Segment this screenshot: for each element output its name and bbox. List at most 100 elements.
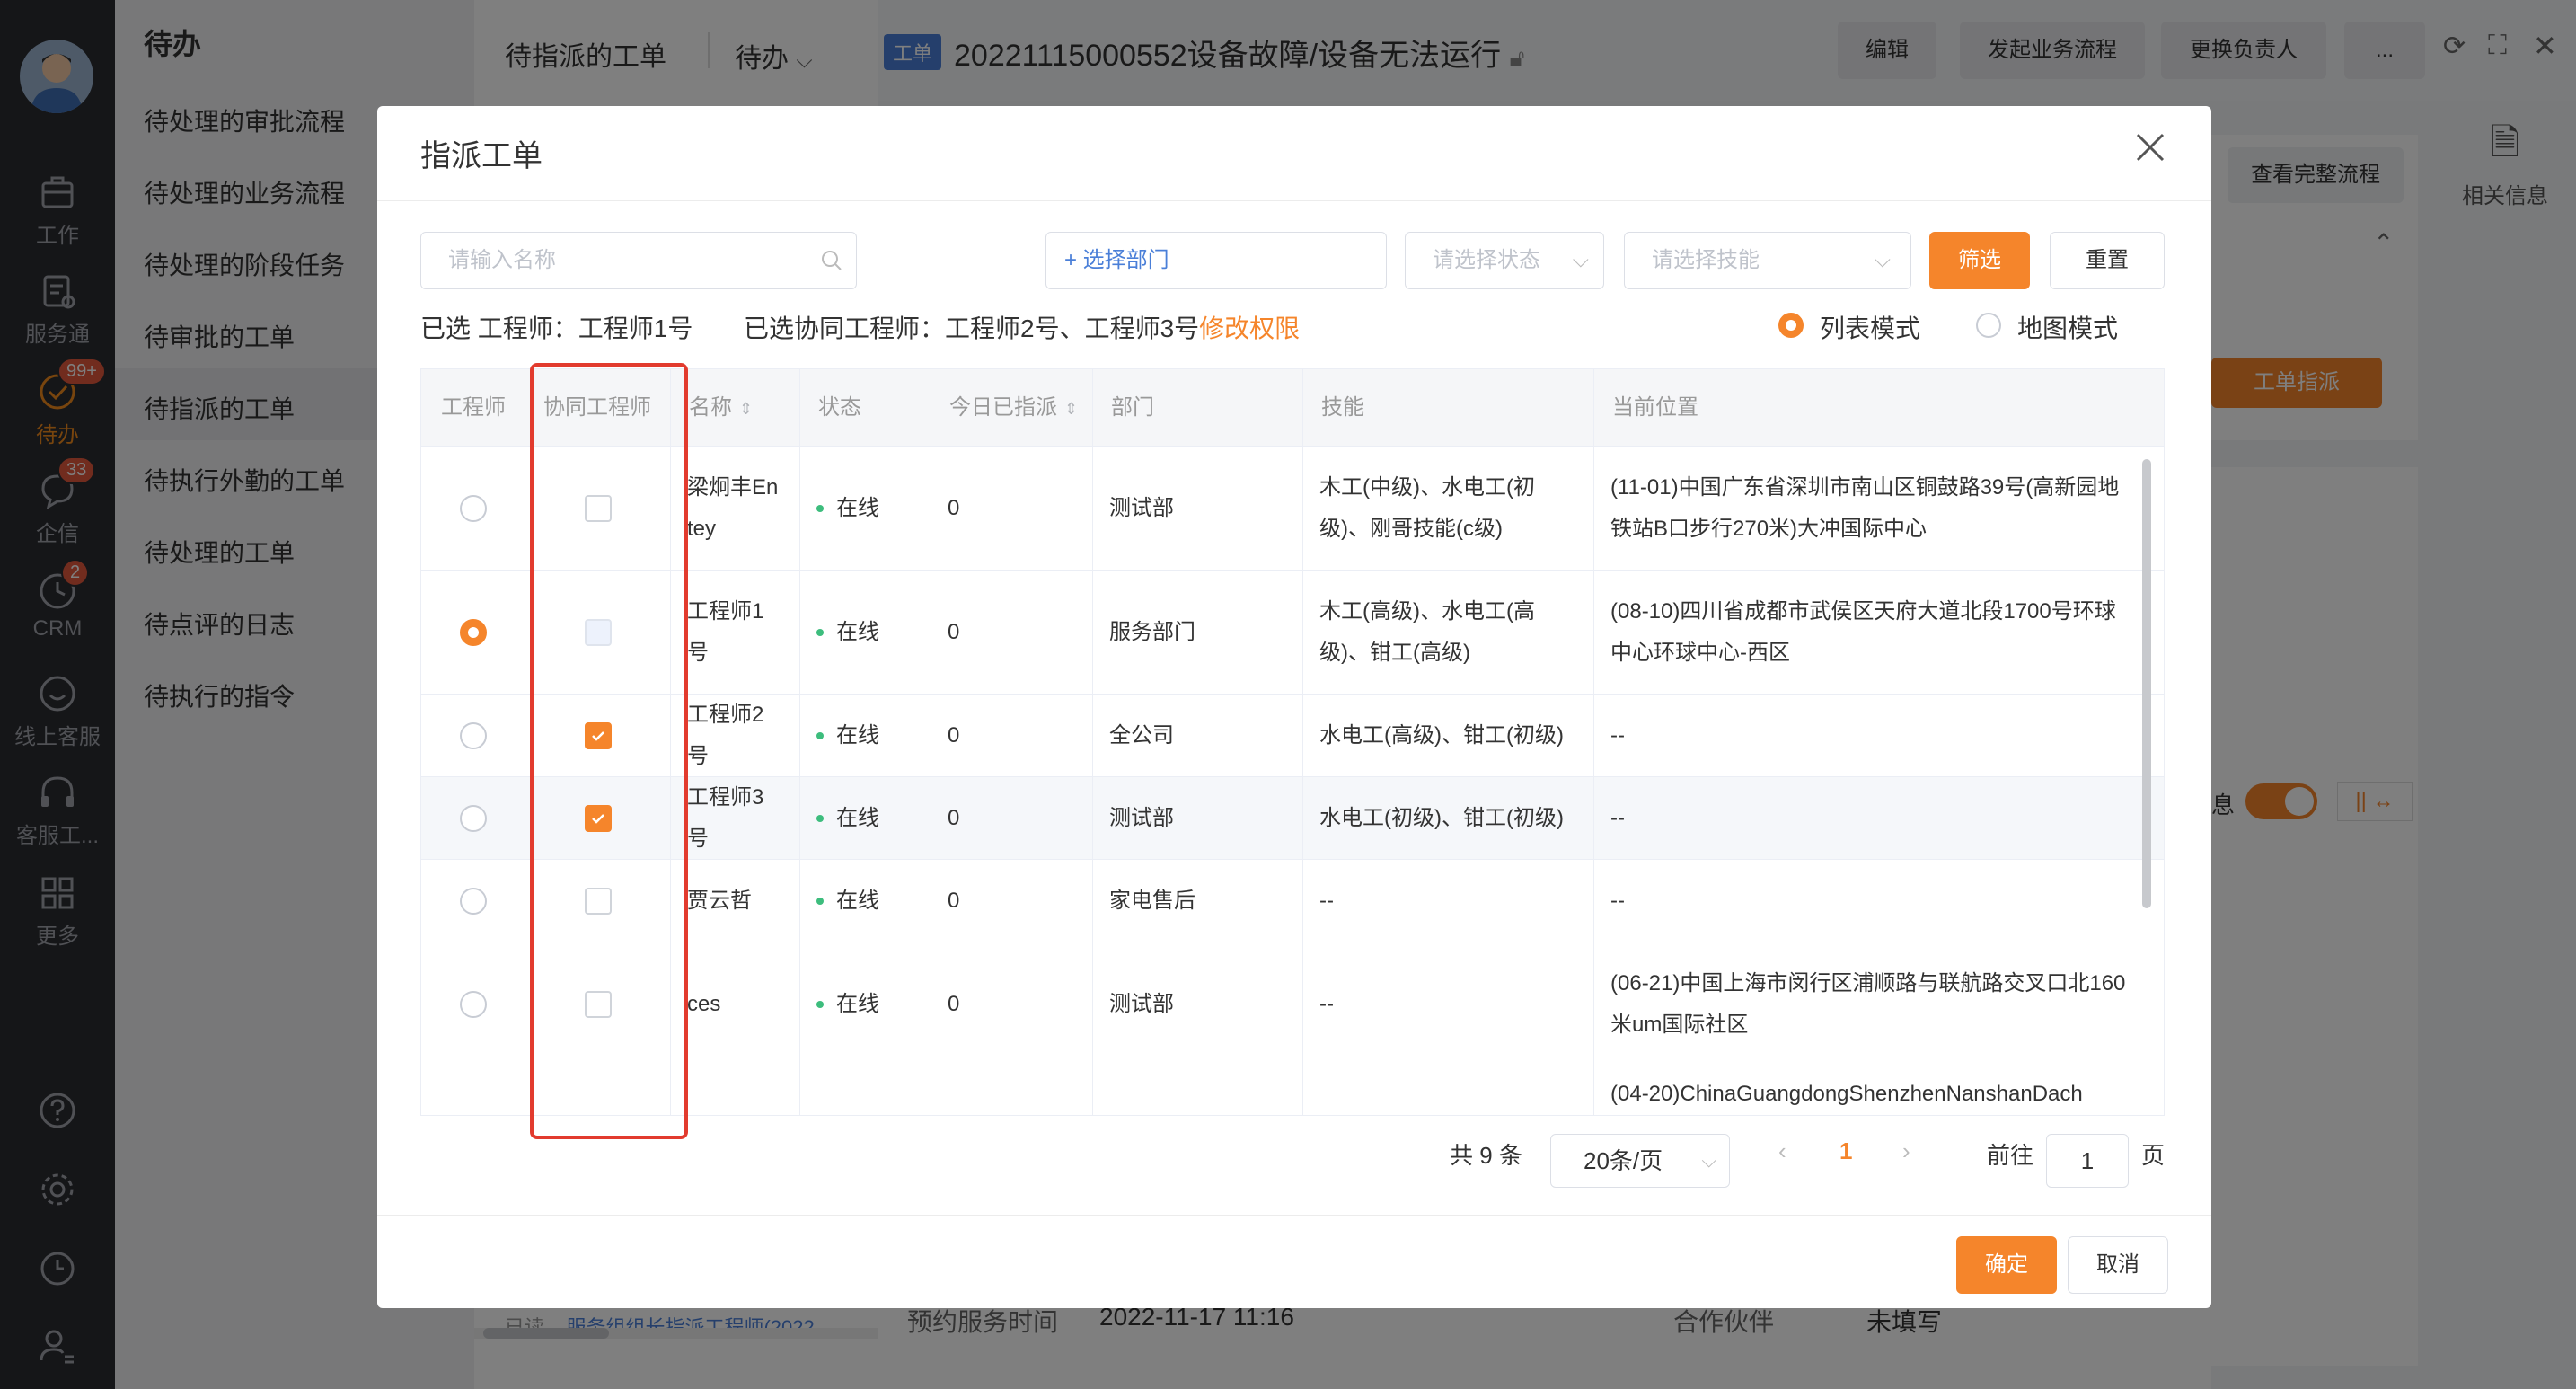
- col-name[interactable]: 名称 ⇕: [671, 369, 800, 447]
- total-count: 共 9 条: [1450, 1142, 1522, 1169]
- co-engineer-checkbox-cell: [525, 860, 671, 942]
- department-cell: 全公司: [1093, 694, 1303, 776]
- confirm-button[interactable]: 确定: [1956, 1236, 2057, 1294]
- engineer-name: 贾云哲: [671, 860, 800, 942]
- table-row[interactable]: ces 在线 0 测试部 -- (06-21)中国上海市闵行区浦顺路与联航路交叉口北160…: [421, 942, 2164, 1066]
- engineer-radio-cell: [421, 694, 525, 776]
- skill-cell: --: [1303, 860, 1594, 942]
- skill-cell: --: [1303, 942, 1594, 1066]
- today-assigned-count: 0: [931, 447, 1093, 570]
- status-cell: 在线: [800, 694, 931, 776]
- filter-button[interactable]: 筛选: [1929, 232, 2030, 289]
- co-engineer-checkbox[interactable]: [584, 887, 612, 915]
- engineer-name-text: 梁炯丰Entey: [687, 474, 779, 541]
- online-dot-icon: [816, 897, 824, 905]
- list-mode-radio[interactable]: [1778, 313, 1804, 338]
- table-row[interactable]: 工程师3号 在线 0 测试部 水电工(初级)、钳工(初级) --: [421, 777, 2164, 860]
- footer-divider: [377, 1215, 2211, 1216]
- department-cell: 测试部: [1093, 942, 1303, 1066]
- engineer-radio[interactable]: [459, 721, 487, 749]
- cancel-button[interactable]: 取消: [2068, 1236, 2168, 1294]
- col-status: 状态: [800, 369, 931, 447]
- engineer-table: 工程师 协同工程师 名称 ⇕ 状态 今日已指派 ⇕ 部门 技能 当前位置 梁炯丰En…: [420, 368, 2165, 1116]
- status-select[interactable]: 请选择状态 ⌵: [1405, 232, 1604, 289]
- engineer-radio[interactable]: [459, 494, 487, 522]
- status-text: 在线: [836, 495, 879, 520]
- table-row[interactable]: (04-20)ChinaGuangdongShenzhenNanshanDach: [421, 1066, 2164, 1115]
- engineer-radio-cell: [421, 571, 525, 694]
- engineer-radio[interactable]: [459, 887, 487, 915]
- selected-engineer-text: 已选 工程师：工程师1号: [420, 314, 693, 342]
- engineer-name-text: ces: [687, 991, 721, 1016]
- table-row[interactable]: 贾云哲 在线 0 家电售后 -- --: [421, 860, 2164, 942]
- search-placeholder: 请输入名称: [448, 248, 556, 272]
- goto-page-input[interactable]: 1: [2046, 1134, 2129, 1188]
- search-input[interactable]: 请输入名称: [420, 232, 857, 289]
- online-dot-icon: [816, 504, 824, 512]
- today-assigned-count: 0: [931, 777, 1093, 859]
- map-mode-radio[interactable]: [1976, 313, 2001, 338]
- engineer-name-text: 工程师2号: [687, 702, 764, 768]
- co-engineer-checkbox[interactable]: [584, 990, 612, 1018]
- location-cell: --: [1610, 805, 1625, 830]
- location-cell: (11-01)中国广东省深圳市南山区铜鼓路39号(高新园地铁站B口步行270米)…: [1610, 474, 2120, 541]
- skill-select[interactable]: 请选择技能 ⌵: [1624, 232, 1911, 289]
- engineer-name: 工程师1号: [671, 571, 800, 694]
- chevron-down-icon: ⌵: [1572, 248, 1589, 272]
- engineer-name-text: 工程师1号: [687, 598, 764, 665]
- sort-icon[interactable]: ⇕: [1064, 370, 1078, 447]
- goto-label: 前往: [1987, 1142, 2034, 1169]
- online-dot-icon: [816, 1000, 824, 1008]
- table-row[interactable]: 工程师2号 在线 0 全公司 水电工(高级)、钳工(初级) --: [421, 694, 2164, 777]
- select-department-button[interactable]: + 选择部门: [1045, 232, 1387, 289]
- skill-cell: 木工(中级)、水电工(初级)、刚哥技能(c级): [1303, 447, 1594, 570]
- status-text: 在线: [836, 888, 879, 913]
- modify-permission-link[interactable]: 修改权限: [1199, 314, 1300, 342]
- engineer-radio[interactable]: [459, 804, 487, 832]
- location-cell: --: [1610, 722, 1625, 748]
- co-engineer-checkbox[interactable]: [584, 494, 612, 522]
- engineer-radio[interactable]: [459, 990, 487, 1018]
- co-engineer-checkbox-cell: [525, 571, 671, 694]
- skill-cell: 水电工(高级)、钳工(初级): [1303, 694, 1594, 776]
- engineer-radio[interactable]: [459, 618, 487, 646]
- assign-dialog: 指派工单 请输入名称 + 选择部门 请选择状态 ⌵ 请选择技能 ⌵ 筛选 重置 …: [377, 106, 2211, 1308]
- department-cell: [1093, 1066, 1303, 1115]
- co-engineer-checkbox-cell: [525, 694, 671, 776]
- status-cell: 在线: [800, 777, 931, 859]
- reset-button[interactable]: 重置: [2050, 232, 2165, 289]
- list-mode-label[interactable]: 列表模式: [1820, 309, 1920, 345]
- engineer-name-text: 工程师3号: [687, 784, 764, 851]
- search-icon: [822, 251, 842, 270]
- sort-icon[interactable]: ⇕: [739, 370, 753, 447]
- table-scrollbar-thumb[interactable]: [2142, 459, 2151, 908]
- prev-page-icon[interactable]: ‹: [1778, 1137, 1786, 1165]
- page-unit: 页: [2141, 1142, 2166, 1169]
- status-text: 在线: [836, 805, 879, 830]
- engineer-name: ces: [671, 942, 800, 1066]
- status-cell: 在线: [800, 942, 931, 1066]
- close-icon[interactable]: [2132, 129, 2168, 165]
- table-row[interactable]: 工程师1号 在线 0 服务部门 木工(高级)、水电工(高级)、钳工(高级) (08-10)…: [421, 571, 2164, 694]
- map-mode-label[interactable]: 地图模式: [2017, 309, 2118, 345]
- table-row[interactable]: 梁炯丰Entey 在线 0 测试部 木工(中级)、水电工(初级)、刚哥技能(c级) (11…: [421, 447, 2164, 571]
- col-engineer: 工程师: [421, 369, 525, 447]
- co-engineer-checkbox-cell: [525, 1066, 671, 1115]
- engineer-name-text: 贾云哲: [687, 888, 752, 913]
- co-engineer-checkbox[interactable]: [584, 618, 612, 646]
- col-today-assigned[interactable]: 今日已指派 ⇕: [931, 369, 1093, 447]
- engineer-radio-cell: [421, 1066, 525, 1115]
- co-engineer-checkbox[interactable]: [584, 804, 612, 832]
- dialog-header: 指派工单: [377, 106, 2211, 201]
- location-cell: (04-20)ChinaGuangdongShenzhenNanshanDach: [1610, 1082, 2083, 1106]
- page-size-select[interactable]: 20条/页 ⌵: [1550, 1134, 1730, 1188]
- next-page-icon[interactable]: ›: [1902, 1137, 1910, 1165]
- online-dot-icon: [816, 731, 824, 739]
- engineer-name: 工程师2号: [671, 694, 800, 776]
- co-engineer-checkbox[interactable]: [584, 721, 612, 749]
- page-number[interactable]: 1: [1839, 1137, 1852, 1165]
- location-cell: --: [1610, 888, 1625, 913]
- co-engineer-checkbox-cell: [525, 777, 671, 859]
- chevron-down-icon: ⌵: [1874, 248, 1891, 272]
- status-text: 在线: [836, 619, 879, 644]
